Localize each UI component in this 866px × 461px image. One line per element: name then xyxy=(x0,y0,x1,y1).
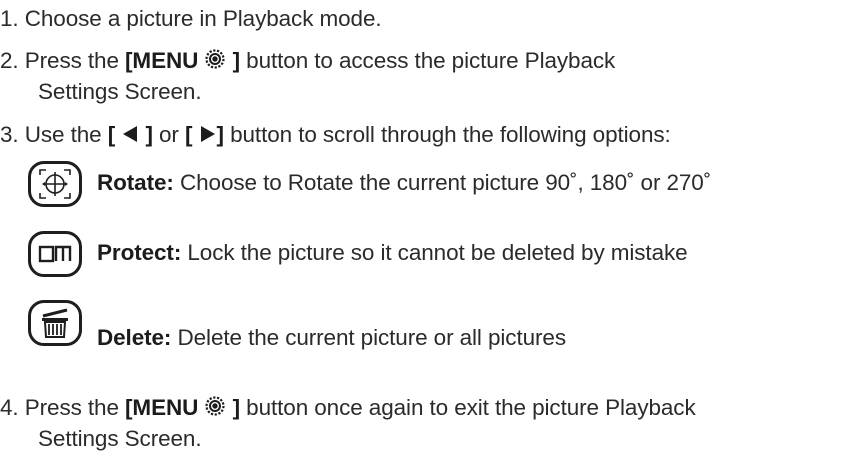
protect-icon xyxy=(28,231,82,277)
step-text: button to access the picture Playback xyxy=(240,47,616,73)
step-4: 4. Press the [MENU ] button once again t… xyxy=(0,395,696,423)
option-protect: Protect: Lock the picture so it cannot b… xyxy=(97,240,688,266)
step-text: Use the xyxy=(24,122,108,147)
rotate-icon xyxy=(28,161,82,207)
option-description: Lock the picture so it cannot be deleted… xyxy=(181,240,688,265)
step-4-continued: Settings Screen. xyxy=(38,426,202,451)
step-text: button to scroll through the following o… xyxy=(223,122,671,147)
right-button-label: [ ] xyxy=(184,122,224,149)
step-1: 1. Choose a picture in Playback mode. xyxy=(0,6,382,32)
step-number: 2. xyxy=(0,47,19,73)
menu-button-label: [MENU ] xyxy=(125,48,240,73)
option-delete: Delete: Delete the current picture or al… xyxy=(97,325,566,351)
step-3: 3. Use the [ ] or [ ] button to scroll t… xyxy=(0,122,671,149)
gear-icon xyxy=(204,48,226,76)
step-text: Press the xyxy=(24,394,126,420)
option-description: Choose to Rotate the current picture 90˚… xyxy=(173,170,712,195)
option-description: Delete the current picture or all pictur… xyxy=(171,325,566,350)
option-title: Protect: xyxy=(97,240,182,265)
step-text: Choose a picture in Playback mode. xyxy=(24,6,382,31)
option-title: Delete: xyxy=(97,325,172,350)
step-number: 4. xyxy=(0,394,19,420)
step-text: or xyxy=(152,122,185,147)
step-number: 1. xyxy=(0,6,19,31)
step-text: button once again to exit the picture Pl… xyxy=(240,394,696,420)
step-text: Press the xyxy=(24,47,126,73)
right-arrow-icon xyxy=(199,124,217,149)
gear-icon xyxy=(204,395,226,423)
menu-button-label: [MENU ] xyxy=(125,395,240,420)
step-number: 3. xyxy=(0,122,19,147)
step-2: 2. Press the [MENU ] button to access th… xyxy=(0,48,615,76)
delete-icon xyxy=(28,300,82,346)
left-arrow-icon xyxy=(121,124,139,149)
left-button-label: [ ] xyxy=(107,122,153,149)
option-rotate: Rotate: Choose to Rotate the current pic… xyxy=(97,170,712,196)
option-title: Rotate: xyxy=(97,170,174,195)
step-2-continued: Settings Screen. xyxy=(38,79,202,104)
